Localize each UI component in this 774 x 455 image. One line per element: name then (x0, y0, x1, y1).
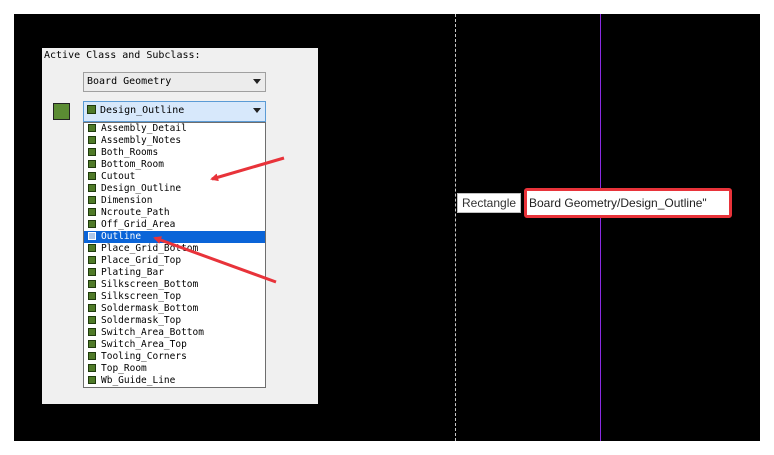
color-swatch-icon (88, 244, 96, 252)
subclass-list-item[interactable]: Ncroute_Path (84, 207, 265, 219)
panel-title: Active Class and Subclass: (44, 50, 201, 61)
subclass-list-item[interactable]: Switch_Area_Top (84, 339, 265, 351)
subclass-list-item-label: Silkscreen_Top (101, 291, 182, 302)
subclass-list-item-label: Tooling_Corners (101, 351, 187, 362)
subclass-list-item[interactable]: Soldermask_Top (84, 315, 265, 327)
subclass-list-item[interactable]: Outline (84, 231, 265, 243)
subclass-list-item[interactable]: Cutout (84, 171, 265, 183)
color-swatch-icon (88, 316, 96, 324)
subclass-list-item-label: Off_Grid_Area (101, 219, 176, 230)
subclass-list-item[interactable]: Design_Outline (84, 183, 265, 195)
subclass-list-item-label: Outline (101, 231, 142, 242)
subclass-list-item[interactable]: Place_Grid_Top (84, 255, 265, 267)
subclass-list-item[interactable]: Silkscreen_Top (84, 291, 265, 303)
color-swatch-icon (88, 292, 96, 300)
subclass-list-item[interactable]: Silkscreen_Bottom (84, 279, 265, 291)
subclass-list-item[interactable]: Soldermask_Bottom (84, 303, 265, 315)
subclass-color-swatch[interactable] (53, 103, 70, 120)
class-select-value: Board Geometry (87, 76, 172, 87)
subclass-dropdown-list[interactable]: Assembly_Detail Assembly_Notes Both_Rooms B… (83, 122, 266, 388)
subclass-list-item[interactable]: Wb_Guide_Line (84, 375, 265, 387)
tooltip-value-highlight: Board Geometry/Design_Outline" (524, 188, 732, 218)
subclass-list-item-label: Assembly_Detail (101, 123, 187, 134)
subclass-list-item[interactable]: Bottom_Room (84, 159, 265, 171)
color-swatch-icon (88, 148, 96, 156)
subclass-list-item[interactable]: Assembly_Notes (84, 135, 265, 147)
subclass-list-item[interactable]: Off_Grid_Area (84, 219, 265, 231)
color-swatch-icon (88, 376, 96, 384)
subclass-list-item-label: Both_Rooms (101, 147, 159, 158)
color-swatch-icon (87, 105, 96, 114)
tooltip-value: Board Geometry/Design_Outline" (529, 196, 707, 210)
guide-line-dashed (455, 14, 456, 441)
subclass-list-item-label: Place_Grid_Top (101, 255, 182, 266)
color-swatch-icon (88, 280, 96, 288)
subclass-list-item-label: Wb_Guide_Line (101, 375, 176, 386)
color-swatch-icon (88, 232, 96, 240)
color-swatch-icon (88, 220, 96, 228)
subclass-list-item-label: Dimension (101, 195, 153, 206)
chevron-down-icon[interactable] (253, 108, 261, 113)
color-swatch-icon (88, 256, 96, 264)
class-select[interactable]: Board Geometry (83, 72, 266, 92)
subclass-list-item[interactable]: Tooling_Corners (84, 351, 265, 363)
subclass-list-item-label: Switch_Area_Top (101, 339, 187, 350)
subclass-list-item-label: Switch_Area_Bottom (101, 327, 204, 338)
subclass-select-content: Design_Outline (87, 105, 184, 116)
guide-line-purple (600, 14, 601, 441)
subclass-select-value: Design_Outline (100, 105, 185, 116)
subclass-list-item-label: Soldermask_Bottom (101, 303, 199, 314)
subclass-list-item[interactable]: Top_Room (84, 363, 265, 375)
color-swatch-icon (88, 172, 96, 180)
color-swatch-icon (88, 136, 96, 144)
color-swatch-icon (88, 364, 96, 372)
color-swatch-icon (88, 328, 96, 336)
subclass-list-item-label: Design_Outline (101, 183, 182, 194)
subclass-list-item-label: Assembly_Notes (101, 135, 182, 146)
subclass-select[interactable]: Design_Outline (83, 101, 266, 122)
tooltip-label: Rectangle (457, 193, 522, 213)
color-swatch-icon (88, 340, 96, 348)
subclass-list-item[interactable]: Place_Grid_Bottom (84, 243, 265, 255)
subclass-list-item-label: Cutout (101, 171, 136, 182)
color-swatch-icon (88, 304, 96, 312)
subclass-list-item[interactable]: Switch_Area_Bottom (84, 327, 265, 339)
subclass-list-item[interactable]: Dimension (84, 195, 265, 207)
color-swatch-icon (88, 184, 96, 192)
subclass-list-item-label: Soldermask_Top (101, 315, 182, 326)
color-swatch-icon (88, 124, 96, 132)
color-swatch-icon (88, 208, 96, 216)
subclass-list-item-label: Top_Room (101, 363, 147, 374)
color-swatch-icon (88, 352, 96, 360)
color-swatch-icon (88, 268, 96, 276)
subclass-list-item-label: Silkscreen_Bottom (101, 279, 199, 290)
subclass-list-item-label: Ncroute_Path (101, 207, 170, 218)
subclass-list-item-label: Bottom_Room (101, 159, 164, 170)
subclass-list-item[interactable]: Plating_Bar (84, 267, 265, 279)
subclass-list-item-label: Plating_Bar (101, 267, 164, 278)
subclass-list-item[interactable]: Assembly_Detail (84, 123, 265, 135)
chevron-down-icon[interactable] (253, 79, 261, 84)
subclass-list-item-label: Place_Grid_Bottom (101, 243, 199, 254)
color-swatch-icon (88, 160, 96, 168)
color-swatch-icon (88, 196, 96, 204)
subclass-list-item[interactable]: Both_Rooms (84, 147, 265, 159)
